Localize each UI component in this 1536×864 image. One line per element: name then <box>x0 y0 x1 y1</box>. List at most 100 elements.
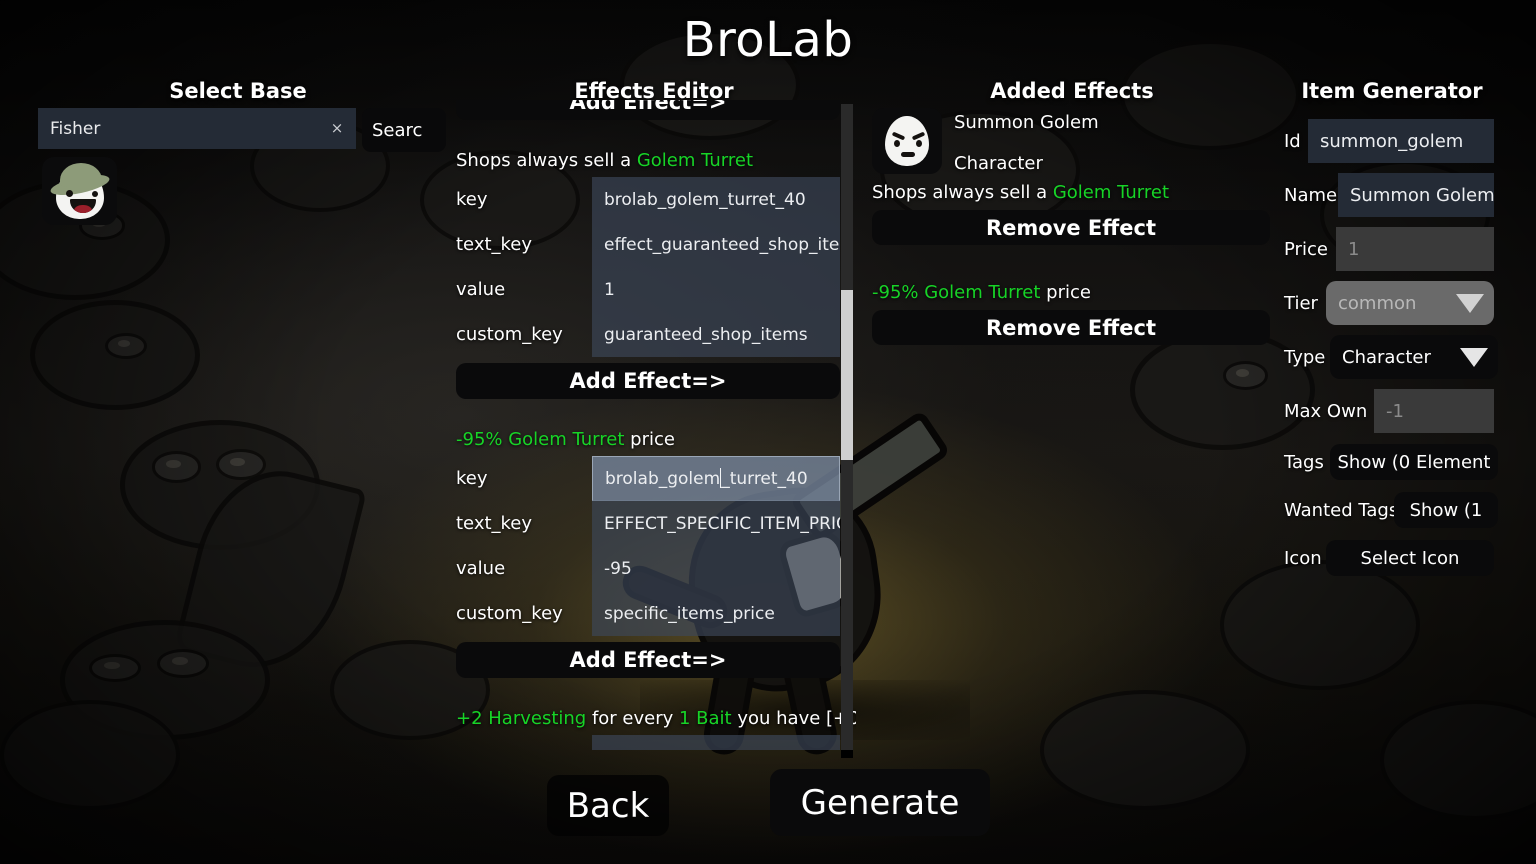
effect-description: Shops always sell a Golem Turret <box>452 146 840 177</box>
effect-desc-prefix: Shops always sell a <box>456 150 637 171</box>
field-label-key: key <box>456 468 488 489</box>
effect-field-row: text_key effect_guaranteed_shop_ite <box>452 222 840 267</box>
fisher-hat-crown <box>60 163 102 187</box>
search-input-wrapper[interactable]: × <box>38 108 356 149</box>
field-input-key[interactable]: brolab_golem_turret_40 <box>592 456 840 501</box>
back-button[interactable]: Back <box>547 775 669 836</box>
tags-show-button[interactable]: Show (0 Element <box>1330 444 1498 480</box>
base-result-fisher[interactable] <box>42 157 117 225</box>
effect-field-row: key brolab_golem_turret_40 <box>452 177 840 222</box>
label-max-own: Max Own <box>1284 400 1368 422</box>
effects-editor-content: Add Effect=> Shops always sell a Golem T… <box>452 100 856 750</box>
section-header-added-effects: Added Effects <box>990 79 1154 103</box>
golem-face <box>885 116 929 166</box>
field-label-key: key <box>456 189 488 210</box>
input-price[interactable]: 1 <box>1336 227 1494 271</box>
golem-avatar <box>872 108 942 174</box>
generate-button[interactable]: Generate <box>770 769 990 836</box>
input-name[interactable]: Summon Golem <box>1338 173 1494 217</box>
effect-description: -95% Golem Turret price <box>452 425 840 456</box>
added-item-name: Summon Golem <box>954 112 1099 133</box>
field-label-value: value <box>456 279 506 300</box>
select-icon-button[interactable]: Select Icon <box>1326 540 1494 576</box>
field-label-custom-key: custom_key <box>456 603 563 624</box>
effect-field-row-partial <box>452 735 840 750</box>
select-type-value: Character <box>1342 346 1431 368</box>
add-effect-button-top[interactable]: Add Effect=> <box>456 100 840 120</box>
next-effect-part3: 1 Bait <box>679 708 732 729</box>
golem-eye-right <box>916 140 922 147</box>
next-effect-part4: you have [+0] <box>731 708 856 729</box>
effects-editor-scrollbar-thumb[interactable] <box>841 290 853 460</box>
section-header-select-base: Select Base <box>169 79 307 103</box>
added-desc-prefix: Shops always sell a <box>872 182 1053 203</box>
select-type[interactable]: Character <box>1330 335 1498 379</box>
added-effect-description: -95% Golem Turret price <box>872 282 1272 303</box>
add-effect-button[interactable]: Add Effect=> <box>456 642 840 678</box>
search-input[interactable] <box>50 118 326 139</box>
effect-field-row: custom_key guaranteed_shop_items <box>452 312 840 357</box>
field-input-custom-key[interactable]: guaranteed_shop_items <box>592 312 840 357</box>
effects-editor-scrollbar-track[interactable] <box>841 104 853 750</box>
app-root: BroLab Select Base Effects Editor Added … <box>0 0 1536 864</box>
select-tier-value: common <box>1338 292 1417 314</box>
effect-description-next: +2 Harvesting for every 1 Bait you have … <box>452 704 856 735</box>
label-wanted-tags: Wanted Tags <box>1284 499 1399 521</box>
effect-block: -95% Golem Turret price key brolab_golem… <box>452 425 840 678</box>
added-effect-description: Shops always sell a Golem Turret <box>872 182 1272 203</box>
field-input-key[interactable]: brolab_golem_turret_40 <box>592 177 840 222</box>
added-desc-highlight: Golem Turret <box>1052 182 1170 203</box>
generator-row-price: Price 1 <box>1284 222 1498 276</box>
label-type: Type <box>1284 346 1326 368</box>
remove-effect-button[interactable]: Remove Effect <box>872 310 1270 345</box>
added-item-header: Summon Golem Character <box>872 108 1272 174</box>
label-id: Id <box>1284 130 1301 152</box>
golem-mouth <box>901 152 915 157</box>
field-input-text-key[interactable]: EFFECT_SPECIFIC_ITEM_PRICE <box>592 501 840 546</box>
field-input-custom-key[interactable]: specific_items_price <box>592 591 840 636</box>
remove-effect-button[interactable]: Remove Effect <box>872 210 1270 245</box>
label-tier: Tier <box>1284 292 1318 314</box>
label-name: Name <box>1284 184 1338 206</box>
effect-block: Shops always sell a Golem Turret key bro… <box>452 146 840 399</box>
effect-field-row: custom_key specific_items_price <box>452 591 840 636</box>
effect-desc-highlight: Golem Turret <box>636 150 754 171</box>
label-tags: Tags <box>1284 451 1324 473</box>
generator-row-type: Type Character <box>1284 330 1498 384</box>
added-effects-panel: Summon Golem Character Shops always sell… <box>872 108 1272 345</box>
added-desc-suffix: price <box>1040 282 1091 303</box>
add-effect-button[interactable]: Add Effect=> <box>456 363 840 399</box>
field-input-value[interactable]: 1 <box>592 267 840 312</box>
input-max-own[interactable]: -1 <box>1374 389 1494 433</box>
field-label-text-key: text_key <box>456 234 533 255</box>
field-input-key-text: brolab_golem_turret_40 <box>605 468 808 489</box>
generator-row-id: Id summon_golem <box>1284 114 1498 168</box>
field-input-value[interactable]: -95 <box>592 546 840 591</box>
field-input-text-key[interactable]: effect_guaranteed_shop_ite <box>592 222 840 267</box>
effect-field-row: key brolab_golem_turret_40 <box>452 456 840 501</box>
fisher-eye-right <box>92 191 98 197</box>
added-desc-highlight: -95% Golem Turret <box>872 282 1041 303</box>
page-title: BroLab <box>682 12 854 68</box>
fisher-eye-left <box>66 190 73 197</box>
chevron-down-icon <box>1460 347 1488 367</box>
base-search-row: × Searc <box>38 108 446 152</box>
golem-eye-left <box>894 140 900 147</box>
label-icon: Icon <box>1284 547 1322 569</box>
label-price: Price <box>1284 238 1328 260</box>
section-header-item-generator: Item Generator <box>1301 79 1483 103</box>
generator-row-max-own: Max Own -1 <box>1284 384 1498 438</box>
field-label-value: value <box>456 558 506 579</box>
effect-desc-highlight: -95% Golem Turret <box>456 429 625 450</box>
input-id[interactable]: summon_golem <box>1308 119 1494 163</box>
effect-field-row: text_key EFFECT_SPECIFIC_ITEM_PRICE <box>452 501 840 546</box>
field-input-partial[interactable] <box>592 735 840 750</box>
scrollbar-end-cap <box>841 750 853 758</box>
chevron-down-icon <box>1456 293 1484 313</box>
added-item-meta: Summon Golem Character <box>954 108 1099 173</box>
wanted-tags-show-button[interactable]: Show (1 <box>1394 492 1498 528</box>
effect-field-row: value 1 <box>452 267 840 312</box>
search-button[interactable]: Searc <box>362 108 446 152</box>
clear-search-icon[interactable]: × <box>326 118 348 140</box>
select-tier[interactable]: common <box>1326 281 1494 325</box>
